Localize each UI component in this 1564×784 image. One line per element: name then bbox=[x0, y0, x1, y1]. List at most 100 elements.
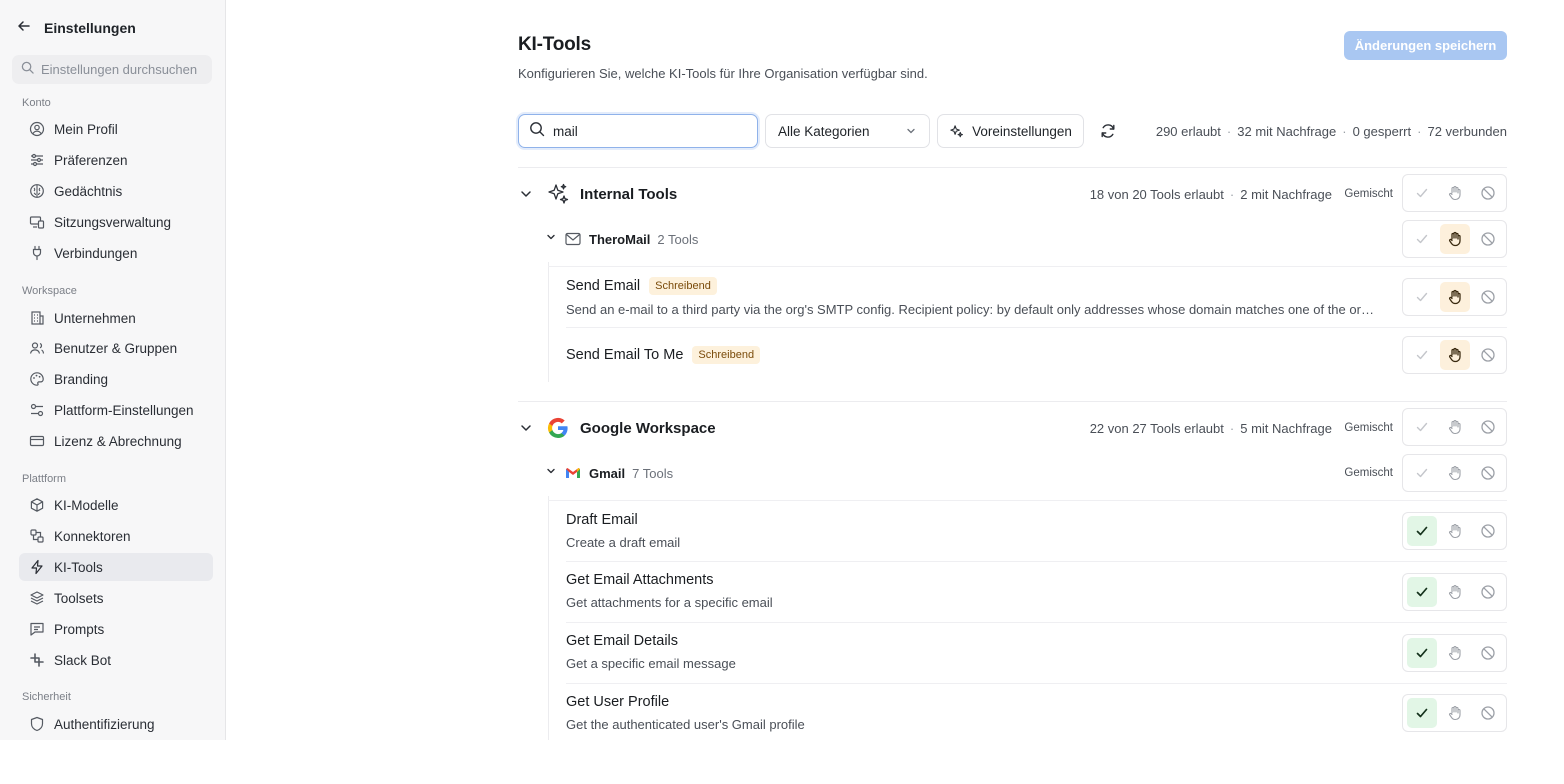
allow-check-icon[interactable] bbox=[1407, 458, 1437, 488]
save-changes-button[interactable]: Änderungen speichern bbox=[1344, 31, 1507, 60]
group-ask-text: 2 mit Nachfrage bbox=[1240, 186, 1332, 202]
chevron-down-icon[interactable] bbox=[545, 230, 557, 248]
message-icon bbox=[30, 622, 44, 636]
subgroup-count: 2 Tools bbox=[657, 231, 699, 247]
permission-toggle-draft-email[interactable] bbox=[1402, 512, 1507, 550]
block-icon[interactable] bbox=[1473, 458, 1503, 488]
sidebar-item-toolsets[interactable]: Toolsets bbox=[19, 584, 213, 612]
allow-check-icon[interactable] bbox=[1406, 577, 1437, 607]
block-icon[interactable] bbox=[1473, 638, 1503, 668]
sidebar-item-sitzungsverwaltung[interactable]: Sitzungsverwaltung bbox=[19, 208, 213, 236]
sidebar-item-label: Benutzer & Gruppen bbox=[54, 340, 178, 356]
ask-hand-icon[interactable] bbox=[1440, 698, 1470, 728]
category-select[interactable]: Alle Kategorien bbox=[765, 114, 930, 148]
sidebar-item-unternehmen[interactable]: Unternehmen bbox=[19, 304, 213, 332]
ask-hand-icon[interactable] bbox=[1440, 638, 1470, 668]
chevron-down-icon[interactable] bbox=[518, 186, 534, 202]
subgroup-theromail[interactable]: TheroMail 2 Tools bbox=[545, 221, 1507, 257]
refresh-icon[interactable] bbox=[1096, 120, 1120, 142]
tool-search[interactable] bbox=[518, 114, 758, 148]
permission-toggle-theromail[interactable] bbox=[1402, 220, 1507, 258]
allow-check-icon[interactable] bbox=[1407, 224, 1437, 254]
sidebar-item-prompts[interactable]: Prompts bbox=[19, 615, 213, 643]
settings-search-input[interactable] bbox=[41, 62, 201, 77]
mail-icon bbox=[565, 232, 581, 246]
sidebar-item-mein-profil[interactable]: Mein Profil bbox=[19, 115, 213, 143]
block-icon[interactable] bbox=[1473, 412, 1503, 442]
arrow-left-icon[interactable] bbox=[16, 18, 32, 39]
permission-toggle-get-email-details[interactable] bbox=[1402, 634, 1507, 672]
palette-icon bbox=[30, 372, 44, 386]
permission-toggle-get-user-profile[interactable] bbox=[1402, 694, 1507, 732]
permission-toggle-google-workspace[interactable] bbox=[1402, 408, 1507, 446]
sidebar-item-branding[interactable]: Branding bbox=[19, 365, 213, 393]
block-icon[interactable] bbox=[1473, 516, 1503, 546]
presets-button[interactable]: Voreinstellungen bbox=[937, 114, 1084, 148]
group-internal-tools[interactable]: Internal Tools 18 von 20 Tools erlaubt · 2… bbox=[518, 174, 1507, 214]
block-icon[interactable] bbox=[1473, 224, 1503, 254]
sidebar-item-label: Lizenz & Abrechnung bbox=[54, 433, 182, 449]
tool-name: Get Email Attachments bbox=[566, 572, 714, 588]
allow-check-icon[interactable] bbox=[1407, 178, 1437, 208]
subgroup-name: Gmail bbox=[589, 465, 626, 481]
ask-hand-icon[interactable] bbox=[1439, 282, 1470, 312]
group-allowed-text: 18 von 20 Tools erlaubt bbox=[1089, 186, 1224, 202]
plug-icon bbox=[32, 245, 42, 261]
sidebar-item-plattform-einstellungen[interactable]: Plattform-Einstellungen bbox=[19, 396, 213, 424]
connector-icon bbox=[30, 529, 44, 543]
block-icon[interactable] bbox=[1473, 282, 1503, 312]
sidebar-item-lizenz-abrechnung[interactable]: Lizenz & Abrechnung bbox=[19, 427, 213, 455]
block-icon[interactable] bbox=[1473, 340, 1503, 370]
tool-name: Send Email bbox=[566, 278, 641, 294]
sidebar-item-benutzer-gruppen[interactable]: Benutzer & Gruppen bbox=[19, 334, 213, 362]
permission-toggle-send-email[interactable] bbox=[1402, 278, 1507, 316]
ask-hand-icon[interactable] bbox=[1440, 178, 1470, 208]
sidebar-item-praeferenzen[interactable]: Präferenzen bbox=[19, 146, 213, 174]
ask-hand-icon[interactable] bbox=[1440, 516, 1470, 546]
group-name: Google Workspace bbox=[580, 419, 716, 437]
presets-label: Voreinstellungen bbox=[972, 123, 1072, 139]
sidebar-item-label: Gedächtnis bbox=[54, 183, 123, 199]
group-allowed-text: 22 von 27 Tools erlaubt bbox=[1089, 420, 1224, 436]
permission-toggle-get-email-attachments[interactable] bbox=[1402, 573, 1507, 611]
group-google-workspace[interactable]: Google Workspace 22 von 27 Tools erlaubt… bbox=[518, 408, 1507, 448]
subgroup-gmail[interactable]: Gmail 7 Tools Gemischt bbox=[545, 455, 1507, 491]
chevron-down-icon bbox=[907, 128, 915, 134]
tool-search-input[interactable] bbox=[553, 123, 743, 139]
search-icon bbox=[21, 61, 34, 79]
ask-hand-icon[interactable] bbox=[1439, 224, 1470, 254]
ask-hand-icon[interactable] bbox=[1439, 340, 1470, 370]
ask-hand-icon[interactable] bbox=[1440, 577, 1470, 607]
sidebar-item-label: Branding bbox=[54, 371, 109, 387]
block-icon[interactable] bbox=[1473, 178, 1503, 208]
sidebar-item-authentifizierung[interactable]: Authentifizierung bbox=[19, 710, 213, 738]
divider bbox=[566, 561, 1507, 562]
settings-sidebar: Einstellungen Konto Mein Profil Präferen… bbox=[0, 0, 226, 740]
ask-hand-icon[interactable] bbox=[1440, 412, 1470, 442]
settings-search[interactable] bbox=[12, 55, 212, 84]
shield-icon bbox=[30, 716, 44, 732]
sidebar-item-ki-modelle[interactable]: KI-Modelle bbox=[19, 491, 213, 519]
stat-blocked: 0 gesperrt bbox=[1352, 124, 1412, 139]
sidebar-item-ki-tools[interactable]: KI-Tools bbox=[19, 553, 213, 581]
stat-connected: 72 verbunden bbox=[1427, 124, 1507, 139]
permission-toggle-internal-tools[interactable] bbox=[1402, 174, 1507, 212]
allow-check-icon[interactable] bbox=[1407, 340, 1437, 370]
permission-toggle-send-email-to-me[interactable] bbox=[1402, 336, 1507, 374]
chevron-down-icon[interactable] bbox=[545, 464, 557, 482]
allow-check-icon[interactable] bbox=[1407, 412, 1437, 442]
ask-hand-icon[interactable] bbox=[1440, 458, 1470, 488]
permission-toggle-gmail[interactable] bbox=[1402, 454, 1507, 492]
tool-get-email-details: Get Email Details Get a specific email m… bbox=[566, 633, 1507, 671]
allow-check-icon[interactable] bbox=[1406, 638, 1437, 668]
sidebar-item-verbindungen[interactable]: Verbindungen bbox=[19, 239, 213, 267]
sidebar-item-gedaechtnis[interactable]: Gedächtnis bbox=[19, 177, 213, 205]
sidebar-item-slack-bot[interactable]: Slack Bot bbox=[19, 646, 213, 674]
allow-check-icon[interactable] bbox=[1406, 516, 1437, 546]
allow-check-icon[interactable] bbox=[1406, 698, 1437, 728]
sidebar-item-konnektoren[interactable]: Konnektoren bbox=[19, 522, 213, 550]
allow-check-icon[interactable] bbox=[1407, 282, 1437, 312]
chevron-down-icon[interactable] bbox=[518, 420, 534, 436]
block-icon[interactable] bbox=[1473, 577, 1503, 607]
block-icon[interactable] bbox=[1473, 698, 1503, 728]
